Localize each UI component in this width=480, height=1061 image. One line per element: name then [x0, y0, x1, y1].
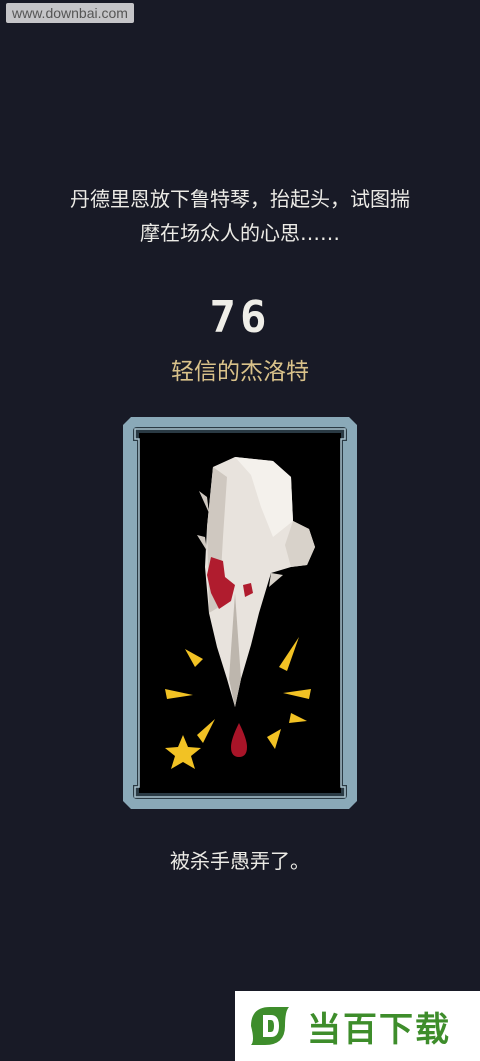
narration-line-2: 摩在场众人的心思……: [140, 221, 340, 245]
card-frame: [123, 417, 357, 809]
character-name: 轻信的杰洛特: [171, 359, 309, 385]
downbai-d-icon: [251, 1007, 289, 1045]
downbai-brand-text: 当百下载: [307, 1009, 451, 1050]
narration-text: 丹德里恩放下鲁特琴，抬起头，试图揣 摩在场众人的心思……: [40, 182, 440, 250]
game-screen: www.downbai.com 丹德里恩放下鲁特琴，抬起头，试图揣 摩在场众人的…: [0, 0, 480, 1061]
downbai-logo: 当百下载: [235, 991, 480, 1061]
site-watermark: www.downbai.com: [6, 3, 134, 23]
score-value: 76: [209, 292, 271, 343]
result-card[interactable]: [123, 417, 357, 809]
result-text: 被杀手愚弄了。: [170, 849, 310, 873]
narration-line-1: 丹德里恩放下鲁特琴，抬起头，试图揣: [70, 187, 410, 211]
